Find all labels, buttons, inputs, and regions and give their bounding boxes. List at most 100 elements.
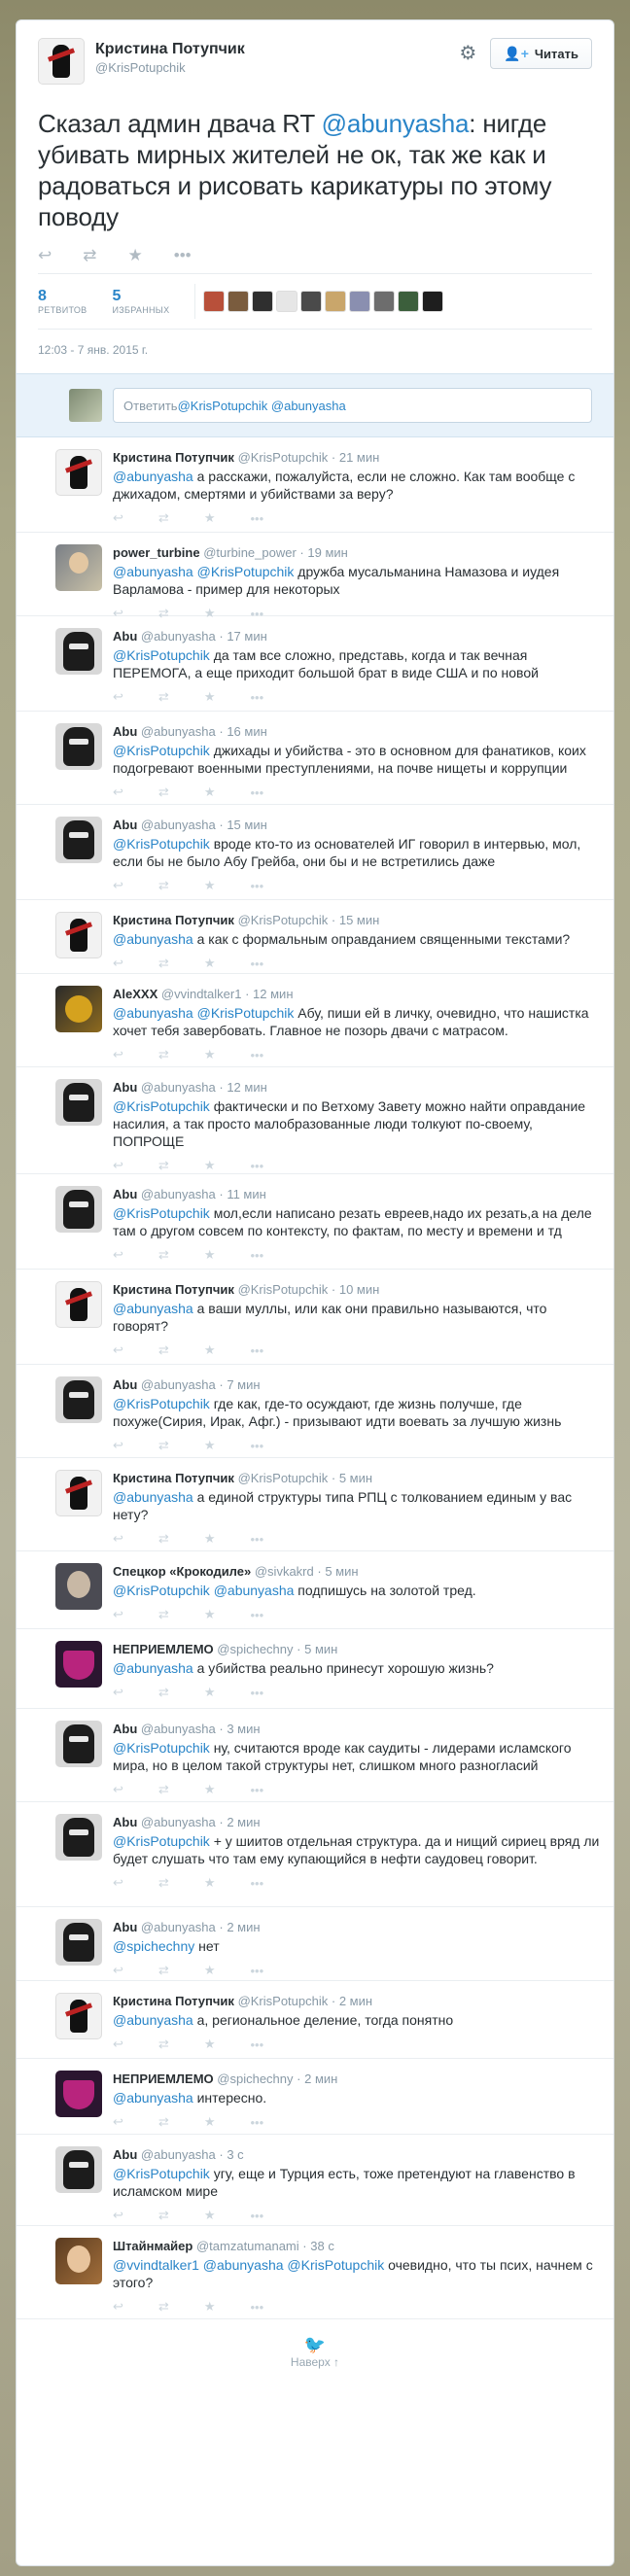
reply-icon[interactable]: ↩ bbox=[113, 689, 123, 705]
favorite-icon[interactable]: ★ bbox=[204, 1685, 216, 1700]
author-avatar[interactable] bbox=[38, 38, 85, 85]
follow-button[interactable]: 👤+ Читать bbox=[490, 38, 592, 69]
reply-mentions[interactable]: @abunyasha bbox=[113, 1489, 193, 1505]
retweets-stat[interactable]: 8 РЕТВИТОВ bbox=[38, 288, 112, 315]
reply-author-handle[interactable]: @sivkakrd bbox=[255, 1564, 314, 1579]
reply-tweet[interactable]: Abu @abunyasha · 3 мин @KrisPotupchik ну… bbox=[17, 1709, 613, 1802]
reply-icon[interactable]: ↩ bbox=[113, 878, 123, 893]
reply-avatar[interactable] bbox=[55, 1721, 102, 1767]
reply-author-handle[interactable]: @KrisPotupchik bbox=[238, 1471, 329, 1485]
retweet-icon[interactable]: ⇄ bbox=[158, 1963, 169, 1978]
reply-tweet[interactable]: Abu @abunyasha · 2 мин @spichechny нет ↩… bbox=[17, 1907, 613, 1981]
reply-avatar[interactable] bbox=[55, 1079, 102, 1126]
reply-author-handle[interactable]: @KrisPotupchik bbox=[238, 1282, 329, 1297]
reply-author-handle[interactable]: @turbine_power bbox=[203, 545, 297, 560]
reply-avatar[interactable] bbox=[55, 2238, 102, 2284]
reply-author-handle[interactable]: @KrisPotupchik bbox=[238, 913, 329, 927]
back-to-top-link[interactable]: Наверх ↑ bbox=[17, 2355, 613, 2369]
reply-tweet[interactable]: Кристина Потупчик @KrisPotupchik · 15 ми… bbox=[17, 900, 613, 974]
retweet-icon[interactable]: ⇄ bbox=[158, 1607, 169, 1622]
favoriter-avatar[interactable] bbox=[252, 291, 274, 312]
favoriter-avatar[interactable] bbox=[373, 291, 396, 312]
reply-avatar[interactable] bbox=[55, 2071, 102, 2117]
reply-author-name[interactable]: Abu bbox=[113, 629, 137, 644]
reply-mentions[interactable]: @KrisPotupchik bbox=[113, 1833, 210, 1849]
more-icon[interactable]: ••• bbox=[250, 1686, 263, 1700]
reply-icon[interactable]: ↩ bbox=[113, 1247, 123, 1263]
favorite-icon[interactable]: ★ bbox=[204, 2036, 216, 2052]
favoriter-avatar[interactable] bbox=[398, 291, 420, 312]
reply-author-name[interactable]: Кристина Потупчик bbox=[113, 913, 234, 927]
reply-time[interactable]: 2 мин bbox=[304, 2071, 337, 2086]
reply-author-handle[interactable]: @KrisPotupchik bbox=[238, 450, 329, 465]
favorite-icon[interactable]: ★ bbox=[204, 1158, 216, 1173]
reply-icon[interactable]: ↩ bbox=[113, 2299, 123, 2315]
reply-avatar[interactable] bbox=[55, 986, 102, 1032]
more-icon[interactable]: ••• bbox=[250, 2209, 263, 2223]
tweet-timestamp[interactable]: 12:03 - 7 янв. 2015 г. bbox=[38, 330, 592, 373]
retweet-icon[interactable]: ⇄ bbox=[158, 2299, 169, 2315]
reply-mentions[interactable]: @KrisPotupchik bbox=[113, 743, 210, 758]
reply-icon[interactable]: ↩ bbox=[113, 956, 123, 971]
favorite-icon[interactable]: ★ bbox=[204, 1247, 216, 1263]
reply-author-name[interactable]: Abu bbox=[113, 2147, 137, 2162]
reply-mentions[interactable]: @abunyasha bbox=[113, 1301, 193, 1316]
reply-tweet[interactable]: Abu @abunyasha · 2 мин @KrisPotupchik + … bbox=[17, 1802, 613, 1907]
reply-mentions[interactable]: @KrisPotupchik bbox=[113, 2166, 210, 2181]
reply-icon[interactable]: ↩ bbox=[113, 1607, 123, 1622]
reply-time[interactable]: 10 мин bbox=[339, 1282, 379, 1297]
retweet-icon[interactable]: ⇄ bbox=[158, 1531, 169, 1547]
reply-mentions[interactable]: @abunyasha @KrisPotupchik bbox=[113, 1005, 294, 1021]
reply-avatar[interactable] bbox=[55, 449, 102, 496]
reply-icon[interactable]: ↩ bbox=[113, 2036, 123, 2052]
reply-icon[interactable]: ↩ bbox=[113, 1047, 123, 1062]
more-icon[interactable]: ••• bbox=[250, 1964, 263, 1978]
reply-avatar[interactable] bbox=[55, 912, 102, 958]
reply-mentions[interactable]: @abunyasha bbox=[113, 2090, 193, 2106]
more-icon[interactable]: ••• bbox=[250, 785, 263, 800]
reply-tweet[interactable]: Спецкор «Крокодиле» @sivkakrd · 5 мин @K… bbox=[17, 1551, 613, 1629]
reply-author-handle[interactable]: @tamzatumanami bbox=[196, 2239, 299, 2253]
reply-author-name[interactable]: Abu bbox=[113, 1187, 137, 1201]
reply-author-handle[interactable]: @abunyasha bbox=[141, 1815, 216, 1829]
more-icon[interactable]: ••• bbox=[174, 246, 192, 265]
favoriter-avatar[interactable] bbox=[228, 291, 250, 312]
favorite-icon[interactable]: ★ bbox=[204, 2208, 216, 2223]
reply-icon[interactable]: ↩ bbox=[113, 1963, 123, 1978]
reply-icon[interactable]: ↩ bbox=[113, 1342, 123, 1358]
reply-tweet[interactable]: AleXXX @vvindtalker1 · 12 мин @abunyasha… bbox=[17, 974, 613, 1067]
favorite-icon[interactable]: ★ bbox=[204, 784, 216, 800]
reply-avatar[interactable] bbox=[55, 1993, 102, 2039]
reply-tweet[interactable]: Abu @abunyasha · 3 с @KrisPotupchik угу,… bbox=[17, 2135, 613, 2226]
reply-mentions[interactable]: @KrisPotupchik bbox=[113, 1205, 210, 1221]
reply-tweet[interactable]: Abu @abunyasha · 7 мин @KrisPotupchik гд… bbox=[17, 1365, 613, 1458]
reply-tweet[interactable]: Abu @abunyasha · 12 мин @KrisPotupchik ф… bbox=[17, 1067, 613, 1174]
reply-author-name[interactable]: НЕПРИЕМЛЕМО bbox=[113, 1642, 214, 1656]
reply-author-handle[interactable]: @abunyasha bbox=[141, 724, 216, 739]
reply-icon[interactable]: ↩ bbox=[113, 1438, 123, 1453]
reply-time[interactable]: 12 мин bbox=[227, 1080, 266, 1095]
reply-tweet[interactable]: Abu @abunyasha · 11 мин @KrisPotupchik м… bbox=[17, 1174, 613, 1270]
reply-avatar[interactable] bbox=[55, 1186, 102, 1233]
more-icon[interactable]: ••• bbox=[250, 2300, 263, 2315]
more-icon[interactable]: ••• bbox=[250, 1439, 263, 1453]
reply-author-name[interactable]: Abu bbox=[113, 724, 137, 739]
reply-icon[interactable]: ↩ bbox=[113, 510, 123, 526]
reply-avatar[interactable] bbox=[55, 817, 102, 863]
retweet-icon[interactable]: ⇄ bbox=[158, 2114, 169, 2130]
reply-avatar[interactable] bbox=[55, 1281, 102, 1328]
reply-avatar[interactable] bbox=[55, 1919, 102, 1966]
more-icon[interactable]: ••• bbox=[250, 511, 263, 526]
reply-author-name[interactable]: Спецкор «Крокодиле» bbox=[113, 1564, 251, 1579]
reply-author-name[interactable]: Штайнмайер bbox=[113, 2239, 192, 2253]
retweet-icon[interactable]: ⇄ bbox=[158, 2036, 169, 2052]
retweet-icon[interactable]: ⇄ bbox=[158, 510, 169, 526]
favoriter-avatar[interactable] bbox=[349, 291, 371, 312]
reply-icon[interactable]: ↩ bbox=[113, 1531, 123, 1547]
retweet-icon[interactable]: ⇄ bbox=[158, 784, 169, 800]
reply-avatar[interactable] bbox=[55, 1376, 102, 1423]
reply-time[interactable]: 11 мин bbox=[227, 1187, 266, 1201]
more-icon[interactable]: ••• bbox=[250, 879, 263, 893]
retweet-icon[interactable]: ⇄ bbox=[158, 1875, 169, 1891]
reply-avatar[interactable] bbox=[55, 628, 102, 675]
